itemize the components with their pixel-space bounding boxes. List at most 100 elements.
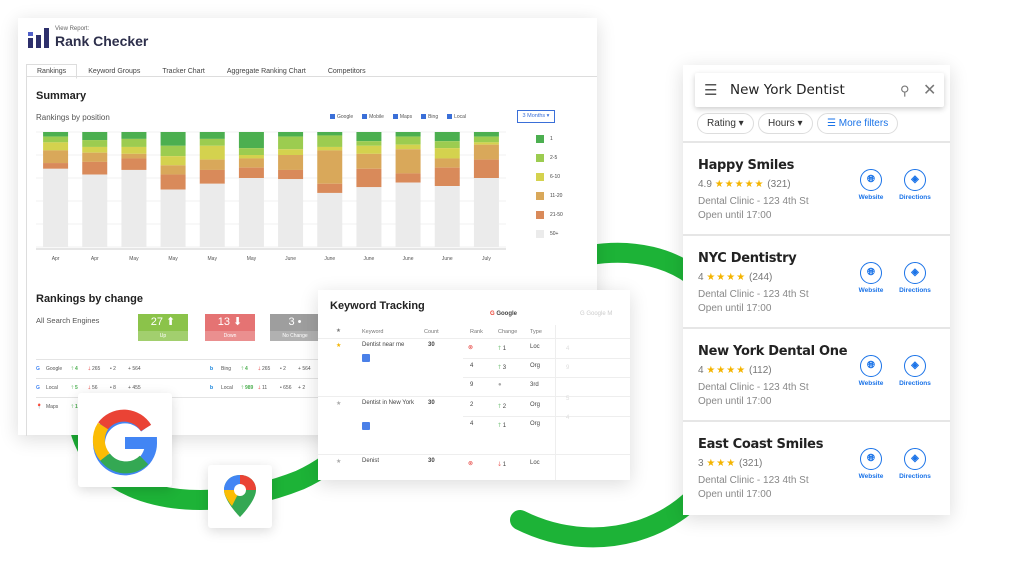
legend-item[interactable]: 21-50 <box>536 211 563 219</box>
website-button[interactable]: 🌐︎ Website <box>849 448 893 480</box>
bar-segment-50+[interactable] <box>43 168 69 247</box>
bar-segment-1[interactable] <box>473 132 499 137</box>
bar-segment-11-20[interactable] <box>473 144 499 160</box>
bar-segment-21-50[interactable] <box>238 167 264 178</box>
count-header[interactable]: Count <box>424 329 439 335</box>
directions-button[interactable]: ◈ Directions <box>893 355 937 387</box>
bar-segment-50+[interactable] <box>199 183 225 247</box>
menu-icon[interactable]: ☰ <box>704 81 717 99</box>
bar-segment-1[interactable] <box>278 132 304 137</box>
bar-segment-1[interactable] <box>395 132 421 137</box>
bar-segment-1[interactable] <box>82 132 108 141</box>
bar-segment-6-10[interactable] <box>160 156 186 166</box>
bar-segment-11-20[interactable] <box>43 150 69 164</box>
more-filters-button[interactable]: ☰ More filters <box>817 113 899 134</box>
hours-filter[interactable]: Hours ▾ <box>758 113 813 134</box>
bar-segment-1[interactable] <box>160 132 186 146</box>
bar-segment-21-50[interactable] <box>278 169 304 180</box>
bar-segment-1[interactable] <box>434 132 460 142</box>
bar-segment-21-50[interactable] <box>356 168 382 188</box>
bar-segment-50+[interactable] <box>473 178 499 247</box>
bar-segment-11-20[interactable] <box>395 149 421 174</box>
bar-segment-1[interactable] <box>199 132 225 139</box>
directions-button[interactable]: ◈ Directions <box>893 262 937 294</box>
bar-segment-1[interactable] <box>238 132 264 149</box>
business-name[interactable]: East Coast Smiles <box>698 437 823 452</box>
star-icon[interactable]: ★ <box>336 458 341 465</box>
bar-segment-2-5[interactable] <box>356 141 382 146</box>
bar-segment-11-20[interactable] <box>238 158 264 168</box>
bar-segment-50+[interactable] <box>278 179 304 247</box>
bar-segment-11-20[interactable] <box>160 165 186 175</box>
bar-segment-2-5[interactable] <box>278 136 304 150</box>
bar-segment-2-5[interactable] <box>238 148 264 155</box>
business-listing[interactable]: New York Dental One 4 ★★★★ (112) Dental Cl… <box>683 327 950 420</box>
directions-button[interactable]: ◈ Directions <box>893 169 937 201</box>
business-listing[interactable]: Happy Smiles 4.9 ★★★★★ (321) Dental Clinic… <box>683 141 950 234</box>
range-dropdown[interactable]: 3 Months ▾ <box>517 110 555 123</box>
bar-segment-6-10[interactable] <box>82 146 108 153</box>
bar-segment-2-5[interactable] <box>121 138 147 147</box>
bar-segment-2-5[interactable] <box>395 136 421 145</box>
bar-segment-11-20[interactable] <box>278 155 304 170</box>
rank-header[interactable]: Rank <box>470 329 483 335</box>
bar-segment-21-50[interactable] <box>160 174 186 190</box>
bar-segment-21-50[interactable] <box>317 183 343 193</box>
legend-item[interactable]: 50+ <box>536 230 558 238</box>
filter-maps[interactable]: Maps <box>392 114 412 120</box>
website-button[interactable]: 🌐︎ Website <box>849 262 893 294</box>
rating-filter[interactable]: Rating ▾ <box>697 113 754 134</box>
bar-segment-21-50[interactable] <box>473 159 499 178</box>
bar-segment-1[interactable] <box>121 132 147 139</box>
star-icon[interactable]: ★ <box>336 400 341 407</box>
bar-segment-6-10[interactable] <box>317 146 343 151</box>
keyword-header[interactable]: Keyword <box>362 329 383 335</box>
bar-segment-50+[interactable] <box>160 189 186 248</box>
bar-segment-6-10[interactable] <box>278 149 304 155</box>
bar-segment-2-5[interactable] <box>43 136 69 143</box>
legend-item[interactable]: 6-10 <box>536 173 560 181</box>
directions-button[interactable]: ◈ Directions <box>893 448 937 480</box>
bar-segment-11-20[interactable] <box>121 153 147 159</box>
bar-segment-11-20[interactable] <box>317 150 343 184</box>
bar-segment-2-5[interactable] <box>434 141 460 149</box>
bar-segment-6-10[interactable] <box>473 142 499 145</box>
change-header[interactable]: Change <box>498 329 517 335</box>
bar-segment-11-20[interactable] <box>434 158 460 168</box>
bar-segment-6-10[interactable] <box>434 148 460 159</box>
bar-segment-50+[interactable] <box>121 169 147 247</box>
bar-segment-21-50[interactable] <box>434 167 460 187</box>
bar-segment-6-10[interactable] <box>43 142 69 151</box>
bar-segment-2-5[interactable] <box>473 136 499 143</box>
bar-segment-2-5[interactable] <box>199 138 225 146</box>
bar-segment-21-50[interactable] <box>395 173 421 183</box>
bar-segment-50+[interactable] <box>356 187 382 247</box>
bar-segment-1[interactable] <box>43 132 69 137</box>
filter-mobile[interactable]: Mobile <box>362 114 384 120</box>
business-listing[interactable]: East Coast Smiles 3 ★★★ (321) Dental Clini… <box>683 420 950 513</box>
business-listing[interactable]: NYC Dentistry 4 ★★★★ (244) Dental Clinic -… <box>683 234 950 327</box>
filter-google[interactable]: Google <box>330 114 353 120</box>
bar-segment-6-10[interactable] <box>395 144 421 150</box>
bar-segment-21-50[interactable] <box>199 169 225 184</box>
bar-segment-50+[interactable] <box>317 192 343 247</box>
business-name[interactable]: New York Dental One <box>698 344 848 359</box>
star-icon[interactable]: ★ <box>336 342 341 349</box>
bar-segment-1[interactable] <box>356 132 382 142</box>
bar-segment-50+[interactable] <box>238 178 264 247</box>
bar-segment-21-50[interactable] <box>82 161 108 175</box>
bar-segment-6-10[interactable] <box>199 145 225 160</box>
website-button[interactable]: 🌐︎ Website <box>849 169 893 201</box>
bar-segment-6-10[interactable] <box>121 146 147 154</box>
bar-segment-21-50[interactable] <box>121 158 147 170</box>
bar-segment-2-5[interactable] <box>317 135 343 147</box>
bar-segment-11-20[interactable] <box>82 152 108 162</box>
bar-segment-50+[interactable] <box>82 174 108 247</box>
business-name[interactable]: Happy Smiles <box>698 158 794 173</box>
filter-local[interactable]: Local <box>447 114 466 120</box>
filter-bing[interactable]: Bing <box>421 114 438 120</box>
search-input[interactable]: New York Dentist <box>730 82 845 98</box>
business-name[interactable]: NYC Dentistry <box>698 251 797 266</box>
bar-segment-50+[interactable] <box>434 186 460 247</box>
search-icon[interactable]: ⚲ <box>900 83 910 99</box>
